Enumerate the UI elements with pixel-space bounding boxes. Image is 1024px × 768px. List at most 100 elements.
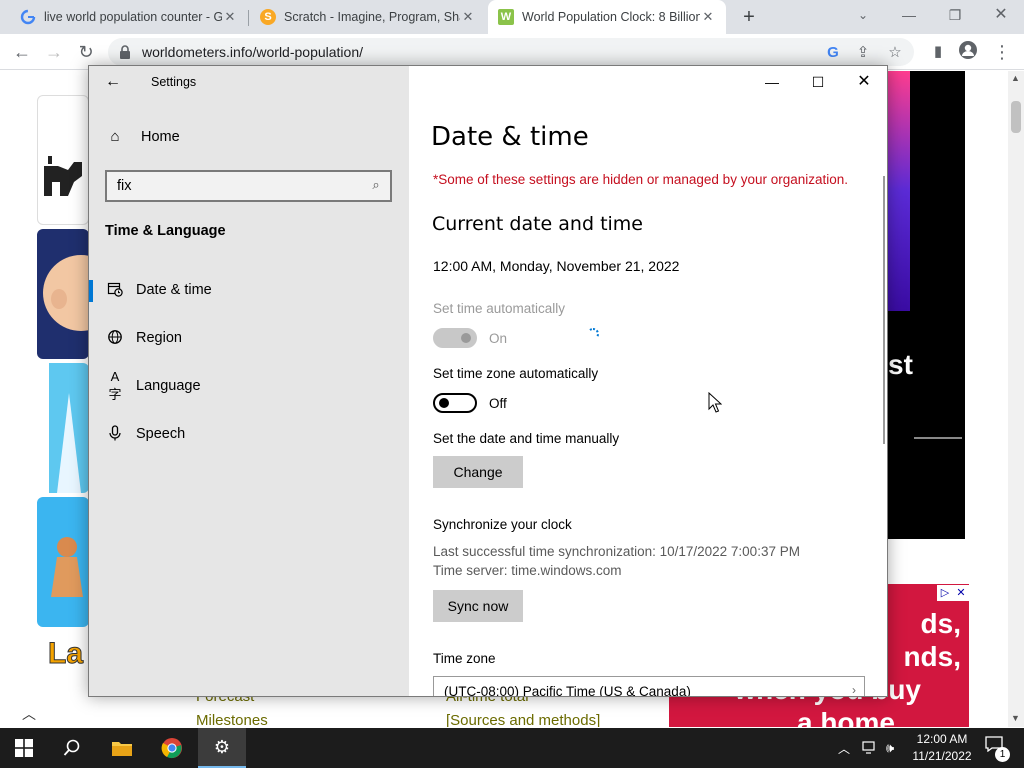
scrollbar-thumb[interactable] <box>1011 101 1021 133</box>
section-title: Time & Language <box>105 223 226 239</box>
advertisement-dark[interactable]: st <box>888 71 965 539</box>
window-title: Settings <box>151 75 197 89</box>
sidebar-item-label: Region <box>136 330 182 346</box>
chevron-down-icon: › <box>852 683 856 697</box>
notification-center-icon[interactable]: 1 <box>982 736 1010 762</box>
set-time-auto-label: Set time automatically <box>433 301 566 316</box>
browser-tab-scratch[interactable]: S Scratch - Imagine, Program, Share ✕ <box>250 0 486 34</box>
file-explorer-icon[interactable] <box>98 728 146 768</box>
close-icon[interactable]: ✕ <box>841 66 887 98</box>
tab-search-chevron-icon[interactable]: ⌄ <box>840 0 886 32</box>
time-zone-value: (UTC-08:00) Pacific Time (US & Canada) <box>444 684 691 697</box>
settings-content: — ☐ ✕ Date & time *Some of these setting… <box>409 66 887 697</box>
sidebar-item-speech[interactable]: Speech <box>89 414 409 454</box>
manual-datetime-label: Set the date and time manually <box>433 431 620 446</box>
network-icon[interactable] <box>862 728 878 768</box>
reload-icon[interactable]: ↻ <box>74 40 98 64</box>
page-title: Date & time <box>431 122 589 152</box>
adchoices-icon[interactable]: ▷ <box>937 585 953 601</box>
sidebar-item-label: Date & time <box>136 282 212 298</box>
link-milestones[interactable]: Milestones <box>196 712 268 727</box>
loading-spinner-icon <box>587 328 599 340</box>
game-thumbnail-dino[interactable] <box>37 95 89 225</box>
close-tab-icon[interactable]: ✕ <box>222 9 238 25</box>
chevron-up-icon[interactable]: ︿ <box>18 704 40 722</box>
browser-tab-google[interactable]: live world population counter - G ✕ <box>10 0 248 34</box>
link-sources[interactable]: [Sources and methods] <box>446 712 600 727</box>
browser-tab-worldometers[interactable]: W World Population Clock: 8 Billion ✕ <box>488 0 726 34</box>
game-thumbnail-face[interactable] <box>37 229 89 359</box>
back-arrow-icon[interactable]: ← <box>10 40 34 64</box>
maximize-icon[interactable]: ☐ <box>795 66 841 98</box>
worldometers-icon: W <box>498 9 514 25</box>
close-tab-icon[interactable]: ✕ <box>460 9 476 25</box>
change-button[interactable]: Change <box>433 456 523 488</box>
taskbar: ⚙ ︿ 🕪 12:00 AM 11/21/2022 1 <box>0 728 1024 768</box>
bookmark-star-icon[interactable]: ☆ <box>886 44 904 62</box>
search-input[interactable] <box>117 176 357 196</box>
page-scrollbar[interactable]: ▲ ▼ <box>1008 71 1024 727</box>
game-thumbnail-run[interactable] <box>37 363 89 493</box>
ad-text: st <box>888 349 913 380</box>
microphone-icon <box>105 424 125 444</box>
tab-title: Scratch - Imagine, Program, Share <box>284 10 460 24</box>
managed-warning: *Some of these settings are hidden or ma… <box>433 172 849 187</box>
tab-title: World Population Clock: 8 Billion <box>522 10 700 24</box>
sync-heading: Synchronize your clock <box>433 517 572 532</box>
profile-avatar-icon[interactable] <box>956 40 980 64</box>
toggle-state: Off <box>489 396 507 411</box>
more-menu-icon[interactable]: ⋮ <box>990 40 1014 64</box>
lock-icon[interactable] <box>118 44 134 60</box>
minimize-icon[interactable]: — <box>886 0 932 32</box>
settings-window: ← Settings ⌂ Home ⌕ Time & Language Date… <box>88 65 888 697</box>
home-icon: ⌂ <box>110 128 120 145</box>
google-g-icon <box>20 9 36 25</box>
clock-time: 12:00 AM <box>916 732 968 746</box>
back-arrow-icon[interactable]: ← <box>103 72 123 92</box>
search-icon[interactable] <box>48 728 96 768</box>
settings-sidebar: ← Settings ⌂ Home ⌕ Time & Language Date… <box>89 66 409 696</box>
content-scrollbar[interactable] <box>883 176 885 444</box>
volume-icon[interactable]: 🕪 <box>886 728 894 768</box>
minimize-icon[interactable]: — <box>749 66 795 98</box>
set-time-auto-toggle[interactable] <box>433 328 477 348</box>
toggle-knob <box>439 398 449 408</box>
ad-line: ds, <box>920 608 961 639</box>
restore-icon[interactable]: ❐ <box>932 0 978 32</box>
set-timezone-auto-toggle[interactable] <box>433 393 477 413</box>
ad-close-icon[interactable]: ✕ <box>953 585 969 601</box>
set-timezone-auto-label: Set time zone automatically <box>433 366 599 381</box>
url-text: worldometers.info/world-population/ <box>142 44 363 60</box>
last-sync-info: Last successful time synchronization: 10… <box>433 544 800 559</box>
game-thumbnail-runner[interactable] <box>37 497 89 627</box>
share-icon[interactable]: ⇪ <box>854 44 872 62</box>
google-lens-icon[interactable]: G <box>824 44 842 62</box>
search-box[interactable]: ⌕ <box>105 170 392 202</box>
tab-separator <box>248 10 249 26</box>
sidebar-item-home[interactable]: ⌂ Home <box>105 128 179 145</box>
show-hidden-icons-chevron-icon[interactable]: ︿ <box>838 728 850 768</box>
close-window-icon[interactable]: ✕ <box>978 0 1024 32</box>
side-panel-icon[interactable]: ▮ <box>926 40 950 64</box>
new-tab-button[interactable]: + <box>738 4 760 30</box>
settings-gear-icon[interactable]: ⚙ <box>198 728 246 768</box>
ad-line: a home <box>796 707 895 727</box>
scroll-up-arrow-icon[interactable]: ▲ <box>1011 73 1020 83</box>
sidebar-item-language[interactable]: A字 Language <box>89 366 409 406</box>
time-zone-label: Time zone <box>433 651 496 666</box>
forward-arrow-icon[interactable]: → <box>42 40 66 64</box>
sync-now-button[interactable]: Sync now <box>433 590 523 622</box>
address-bar[interactable]: worldometers.info/world-population/ G ⇪ … <box>108 38 914 66</box>
tab-title: live world population counter - G <box>44 10 222 24</box>
search-icon[interactable]: ⌕ <box>368 177 384 193</box>
sidebar-item-date-time[interactable]: Date & time <box>89 270 409 310</box>
taskbar-clock[interactable]: 12:00 AM 11/21/2022 <box>910 731 974 765</box>
windows-start-icon[interactable] <box>0 728 48 768</box>
scroll-down-arrow-icon[interactable]: ▼ <box>1011 713 1020 723</box>
close-tab-icon[interactable]: ✕ <box>700 9 716 25</box>
chrome-icon[interactable] <box>148 728 196 768</box>
sidebar-item-region[interactable]: Region <box>89 318 409 358</box>
calendar-clock-icon <box>105 281 125 300</box>
time-zone-dropdown[interactable]: (UTC-08:00) Pacific Time (US & Canada) › <box>433 676 865 697</box>
ad-progress-bar <box>914 437 962 439</box>
